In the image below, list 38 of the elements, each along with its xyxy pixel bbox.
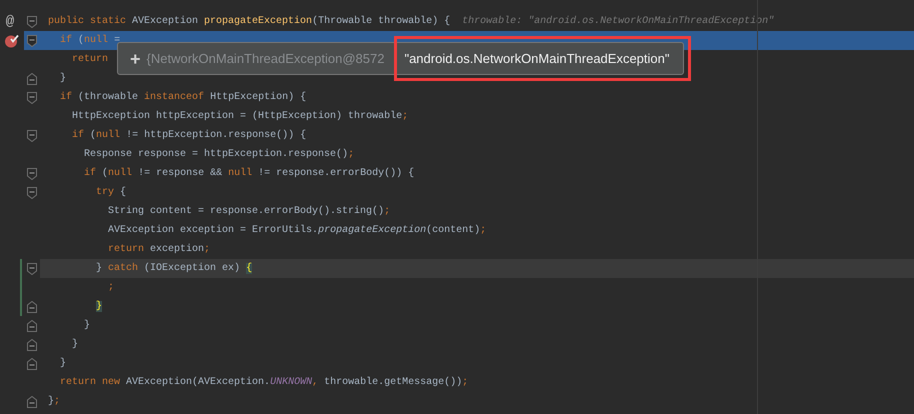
fold-icon[interactable] xyxy=(27,358,37,370)
code-line: if (throwable instanceof HttpException) { xyxy=(59,90,306,105)
code-line: if (null != response && null != response.errorBody()) { xyxy=(83,166,414,181)
code-line: public static AVException propagateException(Throwable throwable) { throwable: "android.os.NetworkOnMainThreadException" xyxy=(48,14,774,29)
fold-icon[interactable] xyxy=(27,34,37,46)
code-line: ; xyxy=(107,281,114,295)
breakpoint-icon[interactable] xyxy=(4,34,20,48)
code-line: if (null != httpException.response()) { xyxy=(71,128,306,143)
code-line: HttpException httpException = (HttpException) throwable; xyxy=(71,110,408,124)
fold-icon[interactable] xyxy=(27,338,37,350)
code-line: try { xyxy=(95,186,126,200)
code-line: AVException exception = ErrorUtils.propagateException(content); xyxy=(107,224,486,238)
fold-icon[interactable] xyxy=(27,300,37,312)
value-text: "android.os.NetworkOnMainThreadException" xyxy=(404,50,670,66)
code-line: return exception; xyxy=(107,242,210,257)
code-line: Response response = httpException.response(); xyxy=(83,148,354,162)
fold-icon[interactable] xyxy=(27,320,37,332)
code-line: } xyxy=(59,72,66,86)
code-line: return xyxy=(71,53,108,67)
code-line: }; xyxy=(48,394,60,409)
code-line: return new AVException(AVException.UNKNOWN, throwable.getMessage()); xyxy=(59,376,468,390)
code-line: String content = response.errorBody().string(); xyxy=(107,204,390,219)
code-line: } xyxy=(83,318,90,333)
code-line: if (null = xyxy=(59,34,120,48)
code-line: } xyxy=(59,356,66,371)
fold-icon[interactable] xyxy=(27,130,37,142)
fold-icon[interactable] xyxy=(27,168,37,180)
fold-icon[interactable] xyxy=(27,92,37,104)
fold-icon[interactable] xyxy=(27,396,37,408)
fold-icon[interactable] xyxy=(27,262,37,274)
code-line: } xyxy=(71,338,78,352)
gutter-mark[interactable]: @ xyxy=(6,14,14,28)
fold-icon[interactable] xyxy=(27,16,37,28)
fold-icon[interactable] xyxy=(27,186,37,198)
expand-button[interactable]: + xyxy=(130,50,141,68)
fold-icon[interactable] xyxy=(27,72,37,84)
object-label: {NetworkOnMainThreadException@8572 xyxy=(146,50,384,68)
code-line: } catch (IOException ex) { xyxy=(95,262,252,276)
